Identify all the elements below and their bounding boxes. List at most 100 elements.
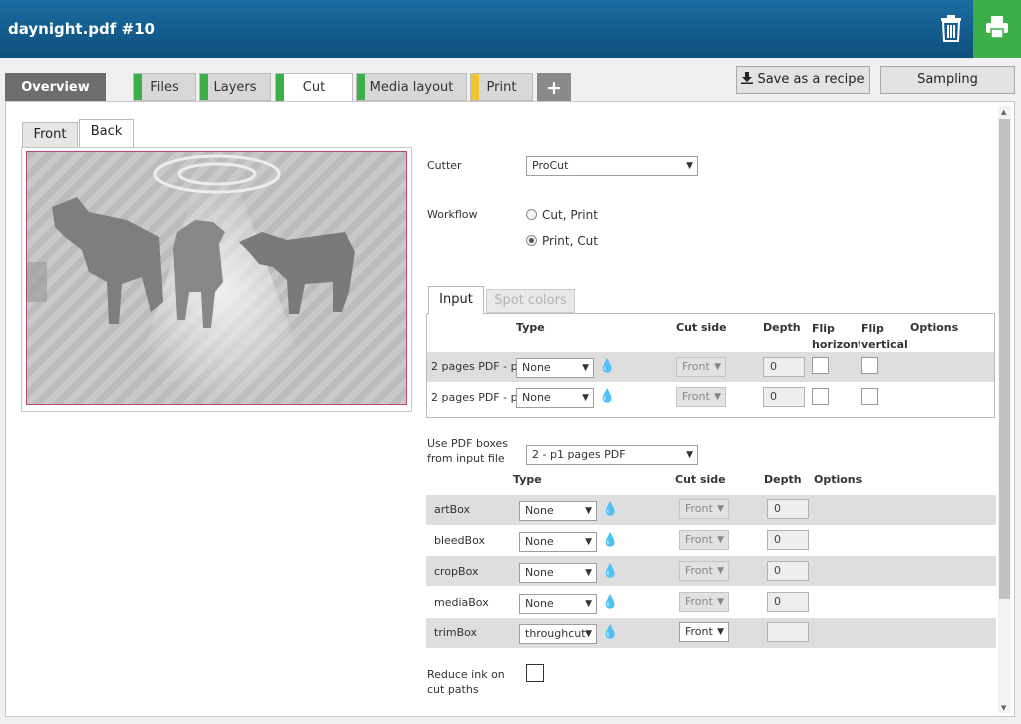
scrollbar-thumb[interactable] bbox=[999, 119, 1010, 599]
flip-vertical-checkbox[interactable] bbox=[861, 388, 878, 405]
radio-label: Print, Cut bbox=[542, 234, 598, 248]
tab-input[interactable]: Input bbox=[428, 286, 484, 315]
status-flag bbox=[471, 74, 479, 100]
ink-drop-icon: 💧 bbox=[602, 595, 619, 610]
save-as-recipe-button[interactable]: Save as a recipe bbox=[736, 66, 870, 94]
column-header-cut-side: Cut side bbox=[675, 473, 726, 486]
select-value: None bbox=[525, 535, 554, 548]
select-value: None bbox=[525, 597, 554, 610]
depth-input: 0 bbox=[767, 530, 809, 550]
flip-horizontal-checkbox[interactable] bbox=[812, 357, 829, 374]
type-select[interactable]: None ▼ bbox=[519, 563, 597, 583]
row-label: artBox bbox=[434, 503, 471, 516]
select-value: Front bbox=[685, 595, 713, 608]
depth-input[interactable] bbox=[767, 622, 809, 642]
column-header-type: Type bbox=[513, 473, 542, 486]
select-value: None bbox=[525, 504, 554, 517]
workflow-radio-print-cut[interactable]: Print, Cut bbox=[526, 234, 598, 248]
depth-input: 0 bbox=[767, 592, 809, 612]
button-label: Save as a recipe bbox=[757, 72, 865, 87]
depth-input: 0 bbox=[763, 357, 805, 377]
cut-side-select: Front ▼ bbox=[676, 357, 726, 377]
chevron-down-icon: ▼ bbox=[686, 161, 693, 171]
flip-vertical-checkbox[interactable] bbox=[861, 357, 878, 374]
column-header-cut-side: Cut side bbox=[676, 321, 727, 334]
tab-overview[interactable]: Overview bbox=[5, 73, 106, 101]
column-header-depth: Depth bbox=[764, 473, 802, 486]
tab-print[interactable]: Print bbox=[470, 73, 533, 101]
tab-cut[interactable]: Cut bbox=[275, 73, 353, 103]
cutter-select[interactable]: ProCut ▼ bbox=[526, 156, 698, 176]
chevron-down-icon: ▼ bbox=[714, 362, 721, 372]
cut-side-select[interactable]: Front ▼ bbox=[679, 622, 729, 642]
column-header-flip-horizontal: Flip horizontal bbox=[812, 322, 860, 351]
scroll-down-icon[interactable]: ▼ bbox=[1001, 704, 1006, 712]
chevron-down-icon: ▼ bbox=[585, 568, 592, 578]
type-select[interactable]: throughcut ▼ bbox=[519, 624, 597, 644]
tab-front[interactable]: Front bbox=[22, 122, 78, 148]
chevron-down-icon: ▼ bbox=[717, 504, 724, 514]
radio-button[interactable] bbox=[526, 235, 537, 246]
tab-back[interactable]: Back bbox=[79, 119, 134, 149]
status-flag bbox=[200, 74, 208, 100]
cut-side-select: Front ▼ bbox=[679, 592, 729, 612]
column-header-flip-vertical: Flip vertical bbox=[861, 322, 908, 351]
tab-layers[interactable]: Layers bbox=[199, 73, 271, 101]
chevron-down-icon: ▼ bbox=[686, 450, 693, 460]
tab-label: Print bbox=[486, 80, 517, 95]
cut-side-select: Front ▼ bbox=[676, 387, 726, 407]
document-title: daynight.pdf #10 bbox=[8, 20, 155, 38]
select-value: None bbox=[522, 361, 551, 374]
select-value: throughcut bbox=[525, 627, 586, 640]
row-label: bleedBox bbox=[434, 534, 486, 547]
row-label: trimBox bbox=[434, 626, 478, 639]
radio-label: Cut, Print bbox=[542, 208, 598, 222]
cut-side-select: Front ▼ bbox=[679, 530, 729, 550]
ink-drop-icon: 💧 bbox=[599, 389, 616, 404]
type-select[interactable]: None ▼ bbox=[516, 388, 594, 408]
type-select[interactable]: None ▼ bbox=[519, 501, 597, 521]
column-header-options: Options bbox=[910, 321, 959, 334]
depth-input: 0 bbox=[767, 561, 809, 581]
select-value: Front bbox=[685, 502, 713, 515]
select-value: Front bbox=[685, 625, 713, 638]
ink-drop-icon: 💧 bbox=[602, 533, 619, 548]
pdf-boxes-label: Use PDF boxes from input file bbox=[427, 437, 509, 465]
type-select[interactable]: None ▼ bbox=[519, 532, 597, 552]
plus-icon: + bbox=[546, 77, 562, 99]
tab-spot-colors[interactable]: Spot colors bbox=[486, 289, 575, 313]
print-button[interactable] bbox=[973, 0, 1021, 58]
chevron-down-icon: ▼ bbox=[717, 597, 724, 607]
workflow-label: Workflow bbox=[427, 208, 478, 221]
radio-button[interactable] bbox=[526, 209, 537, 220]
type-select[interactable]: None ▼ bbox=[516, 358, 594, 378]
chevron-down-icon: ▼ bbox=[717, 627, 724, 637]
workflow-radio-cut-print[interactable]: Cut, Print bbox=[526, 208, 598, 222]
title-bar: daynight.pdf #10 bbox=[0, 0, 1021, 58]
type-select[interactable]: None ▼ bbox=[519, 594, 597, 614]
chevron-down-icon: ▼ bbox=[582, 393, 589, 403]
select-value: None bbox=[522, 391, 551, 404]
ink-drop-icon: 💧 bbox=[602, 625, 619, 640]
chevron-down-icon: ▼ bbox=[717, 535, 724, 545]
scroll-up-icon[interactable]: ▲ bbox=[1001, 108, 1006, 116]
status-flag bbox=[134, 74, 142, 100]
reduce-ink-checkbox[interactable] bbox=[526, 664, 544, 682]
row-label: cropBox bbox=[434, 565, 479, 578]
column-header-options: Options bbox=[814, 473, 863, 486]
trash-icon[interactable] bbox=[938, 14, 964, 42]
status-flag bbox=[357, 74, 365, 100]
cutter-label: Cutter bbox=[427, 159, 462, 172]
chevron-down-icon: ▼ bbox=[585, 599, 592, 609]
tab-label: Cut bbox=[302, 80, 326, 95]
tab-media-layout[interactable]: Media layout bbox=[356, 73, 467, 101]
sampling-button[interactable]: Sampling bbox=[880, 66, 1015, 94]
flip-horizontal-checkbox[interactable] bbox=[812, 388, 829, 405]
tab-files[interactable]: Files bbox=[133, 73, 196, 101]
printer-icon bbox=[986, 16, 1008, 39]
add-tab-button[interactable]: + bbox=[537, 73, 571, 101]
select-value: Front bbox=[685, 533, 713, 546]
pdf-boxes-select[interactable]: 2 - p1 pages PDF ▼ bbox=[526, 445, 698, 465]
select-value: None bbox=[525, 566, 554, 579]
reduce-ink-label: Reduce ink on cut paths bbox=[427, 668, 505, 696]
